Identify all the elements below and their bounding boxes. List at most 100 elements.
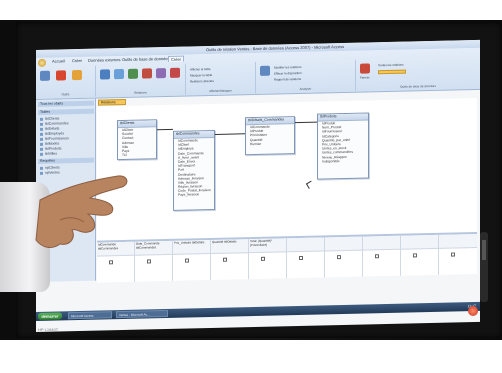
table-icon xyxy=(40,127,43,131)
tab-accueil[interactable]: Accueil xyxy=(50,58,67,64)
clear-layout-button[interactable]: Effacer la disposition xyxy=(274,71,302,76)
table-clients[interactable]: tblClients IdClient Société Contact Adre… xyxy=(117,119,157,161)
document-tab[interactable]: Relations xyxy=(98,98,126,106)
all-relations-button[interactable]: Toutes les relations xyxy=(378,63,404,68)
table-details-commandes[interactable]: tblDétails_Commandes IdCommande IdProdui… xyxy=(245,116,295,156)
tab-creer[interactable]: Créer xyxy=(70,58,84,64)
show-checkbox[interactable] xyxy=(337,255,341,260)
relation-line[interactable] xyxy=(295,121,317,124)
modify-relations-button[interactable]: Modifier les relations xyxy=(274,65,302,70)
pen-object xyxy=(480,232,488,302)
table-field[interactable]: Remise xyxy=(246,141,294,146)
show-table-button[interactable]: Afficher la table xyxy=(190,67,211,71)
nav-header[interactable]: Tous les objets xyxy=(38,100,94,107)
grid-column-header[interactable] xyxy=(401,234,438,250)
tab-creer-contextuel[interactable]: Créer xyxy=(168,55,185,63)
table-field[interactable]: Tél xyxy=(118,152,156,157)
crosstab-icon[interactable] xyxy=(156,68,166,79)
query-grid: IdCommande tblCommandes Date_Commande tb… xyxy=(97,231,477,283)
delete-icon[interactable] xyxy=(170,67,180,78)
table-produits[interactable]: tblProduits IdProduit Nom_Produit IdFour… xyxy=(317,112,369,180)
grid-column-header[interactable]: Prix_Unitaire tblDétails xyxy=(173,240,210,255)
taskbar-item[interactable]: Ventes - Microsoft Ac... xyxy=(116,310,168,319)
grid-column[interactable]: Prix_Unitaire tblDétails xyxy=(173,240,211,281)
table-commandes[interactable]: tblCommandes IdCommande IdClient IdEmplo… xyxy=(173,129,215,211)
table-title[interactable]: tblDétails_Commandes xyxy=(246,117,294,126)
table-field[interactable]: Indisponible xyxy=(318,158,368,163)
nav-item-label: tblVilles xyxy=(45,151,57,156)
close-relations-icon[interactable] xyxy=(360,63,370,74)
grid-column[interactable] xyxy=(287,237,325,279)
relation-line[interactable] xyxy=(215,133,245,135)
ribbon-group-title: Outils de base de données xyxy=(400,83,436,89)
show-checkbox[interactable] xyxy=(451,252,455,257)
show-checkbox[interactable] xyxy=(147,259,151,264)
relation-line[interactable] xyxy=(157,128,173,131)
ribbon-group-analyze: Modifier les relations Effacer la dispos… xyxy=(256,59,356,94)
table-icon xyxy=(40,137,43,141)
ribbon-group-title: Afficher/Masquer xyxy=(209,88,232,94)
close-button[interactable]: Fermer xyxy=(360,75,370,79)
table-field[interactable]: Pays_livraison xyxy=(174,192,214,197)
relations-canvas[interactable]: tblClients IdClient Société Contact Adre… xyxy=(97,97,477,241)
monitor-brand-logo: HP L1940T xyxy=(38,327,59,332)
tab-outils-bdd[interactable]: Outils de base de données xyxy=(120,56,172,63)
table-icon xyxy=(40,142,43,146)
update-icon[interactable] xyxy=(142,68,152,79)
table-icon xyxy=(40,117,43,121)
grid-column[interactable] xyxy=(401,234,439,276)
show-checkbox[interactable] xyxy=(185,258,189,263)
select-icon[interactable] xyxy=(100,69,110,80)
relations-report-button[interactable]: Rapport de relations xyxy=(274,77,301,82)
view-icon[interactable] xyxy=(40,70,50,81)
query-type-icon[interactable] xyxy=(72,69,82,81)
grid-column[interactable] xyxy=(325,236,363,278)
tab-donnees-externes[interactable]: Données externes xyxy=(86,57,122,64)
pointing-hand xyxy=(35,175,128,248)
grid-column-header[interactable] xyxy=(287,237,324,253)
table-title[interactable]: tblProduits xyxy=(318,113,368,122)
nav-item[interactable]: tblVilles xyxy=(40,151,92,156)
grid-column-header[interactable] xyxy=(363,235,400,251)
run-icon[interactable] xyxy=(56,70,66,81)
grid-column[interactable]: Quantité tblDétails xyxy=(211,239,249,281)
taskbar: démarrer Microsoft Access Ventes - Micro… xyxy=(36,301,480,321)
grid-column-header[interactable]: Date_Commande tblCommandes xyxy=(135,240,172,256)
grid-column[interactable]: Date_Commande tblCommandes xyxy=(135,240,173,282)
table-title[interactable]: tblClients xyxy=(118,120,156,129)
top-letterbox xyxy=(0,0,502,20)
show-checkbox[interactable] xyxy=(223,257,227,262)
modify-relations-icon[interactable] xyxy=(260,65,270,76)
show-checkbox[interactable] xyxy=(261,256,265,261)
taskbar-item[interactable]: Microsoft Access xyxy=(68,311,112,320)
grid-column[interactable]: Total: [Quantité]*[PrixUnitaire] xyxy=(249,238,287,280)
ribbon-group-tools: Fermer Toutes les relations Outils de ba… xyxy=(356,57,480,91)
property-sheet-highlight[interactable] xyxy=(378,69,406,75)
show-checkbox[interactable] xyxy=(375,254,379,259)
grid-column[interactable] xyxy=(363,235,401,277)
office-button-icon[interactable] xyxy=(38,58,46,67)
grid-column-header[interactable] xyxy=(325,236,362,252)
hand-shape xyxy=(35,175,128,248)
grid-column-header[interactable]: Quantité tblDétails xyxy=(211,239,248,255)
mouse-pointer-icon xyxy=(305,180,315,189)
table-icon xyxy=(40,152,43,156)
direct-relations-button[interactable]: Relations directes xyxy=(190,79,214,84)
show-checkbox[interactable] xyxy=(299,255,303,261)
bottom-letterbox xyxy=(0,340,502,373)
append-icon[interactable] xyxy=(128,68,138,79)
start-button[interactable]: démarrer xyxy=(38,312,62,320)
nav-item-label: tblCommandes xyxy=(45,121,69,126)
hide-table-button[interactable]: Masquer la table xyxy=(190,73,212,78)
ribbon-group-relations: Relations xyxy=(96,63,186,97)
nav-item-label: tblFournisseurs xyxy=(45,136,69,141)
grid-column-header[interactable]: Total: [Quantité]*[PrixUnitaire] xyxy=(249,238,286,254)
ribbon-group-outils: Outils xyxy=(36,65,96,98)
table-title[interactable]: tblCommandes xyxy=(174,130,214,139)
table-icon xyxy=(40,147,43,151)
nav-group-tables[interactable]: Tables xyxy=(38,108,94,115)
nav-item-label: tblProduits xyxy=(45,146,62,151)
create-table-icon[interactable] xyxy=(114,69,124,80)
ribbon-group-title: Relations xyxy=(134,90,147,95)
show-checkbox[interactable] xyxy=(413,253,417,258)
